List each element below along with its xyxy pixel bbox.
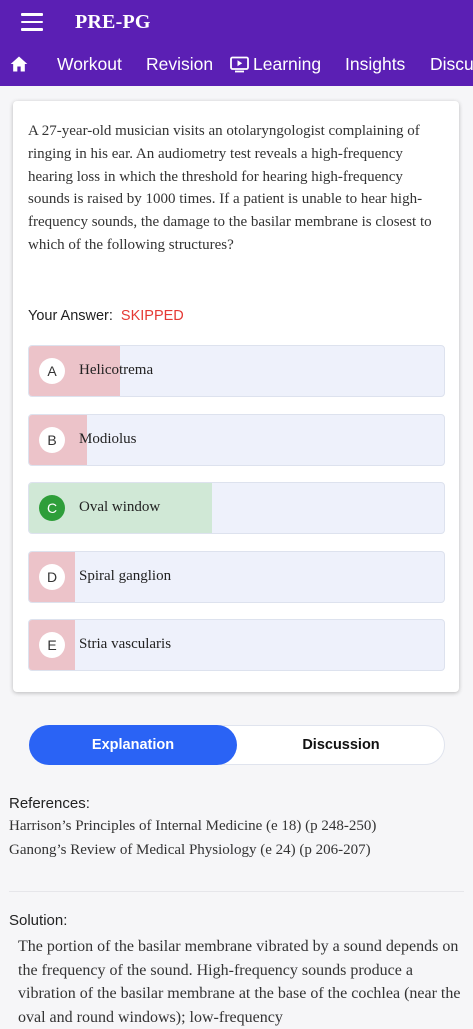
your-answer-label: Your Answer:: [28, 308, 113, 324]
option-c[interactable]: C Oval window: [28, 482, 445, 534]
option-a-letter: A: [39, 358, 65, 384]
nav-tabs: Workout Revision Learning Insights Discu: [0, 43, 473, 86]
hamburger-menu-icon[interactable]: [21, 13, 43, 31]
tab-discussion-truncated[interactable]: Discu: [430, 54, 473, 75]
play-screen-icon: [230, 56, 249, 73]
option-c-letter: C: [39, 495, 65, 521]
solution-heading: Solution:: [9, 912, 68, 929]
option-b[interactable]: B Modiolus: [28, 414, 445, 466]
tab-learning[interactable]: Learning: [230, 54, 321, 75]
option-d-text: Spiral ganglion: [79, 568, 172, 584]
option-b-text: Modiolus: [79, 431, 137, 447]
tab-workout[interactable]: Workout: [57, 54, 122, 75]
question-card: A 27-year-old musician visits an otolary…: [13, 101, 459, 692]
app-title: PRE-PG: [75, 11, 151, 33]
explanation-tab[interactable]: Explanation: [29, 725, 237, 765]
home-icon[interactable]: [9, 54, 29, 74]
your-answer-status: SKIPPED: [120, 308, 184, 324]
option-e-letter: E: [39, 632, 65, 658]
references-heading: References:: [9, 795, 90, 812]
question-text: A 27-year-old musician visits an otolary…: [28, 123, 432, 253]
option-d[interactable]: D Spiral ganglion: [28, 551, 445, 603]
reference-item: Ganong’s Review of Medical Physiology (e…: [9, 842, 371, 858]
reference-item: Harrison’s Principles of Internal Medici…: [9, 818, 377, 834]
solution-text: The portion of the basilar membrane vibr…: [18, 938, 461, 1026]
option-b-letter: B: [39, 427, 65, 453]
option-c-text: Oval window: [79, 499, 161, 515]
option-d-letter: D: [39, 564, 65, 590]
option-a-text: Helicotrema: [79, 362, 154, 378]
app-bar: PRE-PG Workout Revision Learning Insight…: [0, 0, 473, 86]
tab-revision[interactable]: Revision: [146, 54, 213, 75]
tab-learning-label: Learning: [253, 54, 322, 74]
discussion-tab[interactable]: Discussion: [237, 725, 445, 765]
tab-insights[interactable]: Insights: [345, 54, 405, 75]
divider: [9, 891, 464, 892]
option-e-text: Stria vascularis: [79, 636, 172, 652]
your-answer-row: Your Answer: SKIPPED: [28, 308, 184, 324]
explanation-discussion-toggle: Explanation Discussion: [29, 725, 445, 765]
option-e[interactable]: E Stria vascularis: [28, 619, 445, 671]
option-a[interactable]: A Helicotrema: [28, 345, 445, 397]
